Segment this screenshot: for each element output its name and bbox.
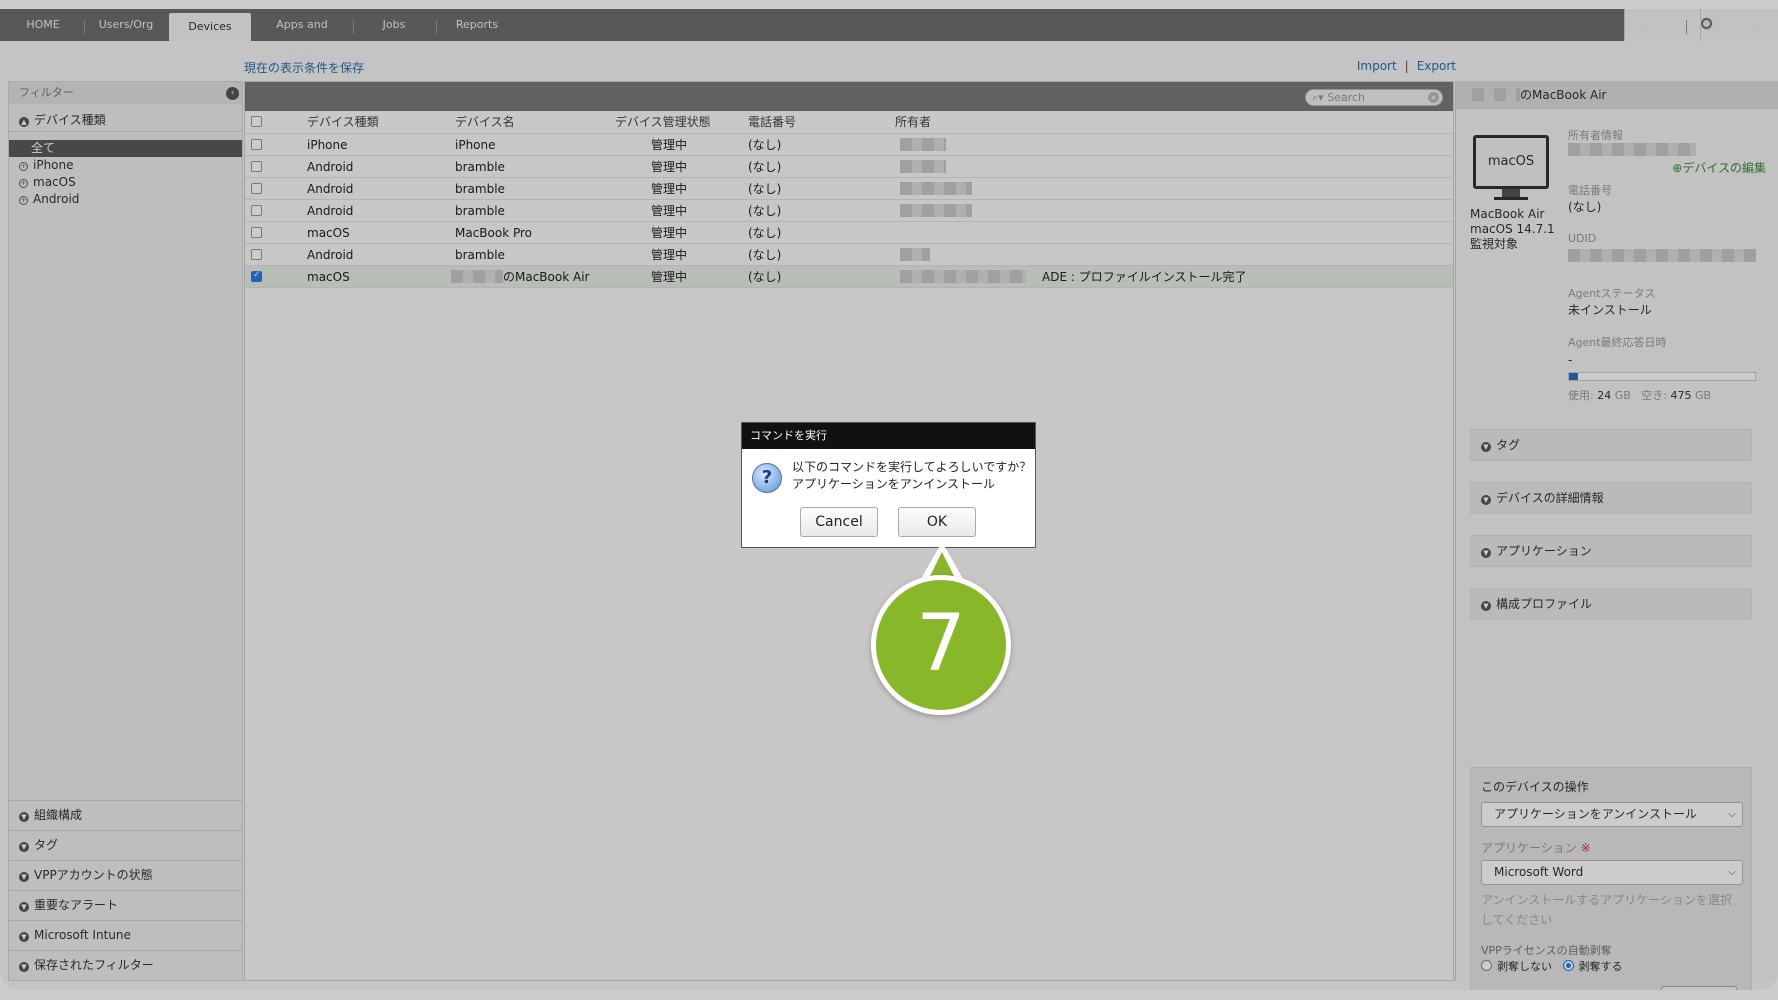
ok-button[interactable]: OK (898, 507, 976, 537)
step-number-badge: 7 (871, 575, 1011, 715)
dialog-title: コマンドを実行 (742, 423, 1035, 449)
question-icon: ? (752, 463, 782, 493)
dialog-message: 以下のコマンドを実行してよろしいですか？ アプリケーションをアンインストール (792, 460, 1032, 491)
confirm-dialog: コマンドを実行 ? 以下のコマンドを実行してよろしいですか？ アプリケーションを… (741, 422, 1036, 548)
cancel-button[interactable]: Cancel (800, 507, 878, 537)
